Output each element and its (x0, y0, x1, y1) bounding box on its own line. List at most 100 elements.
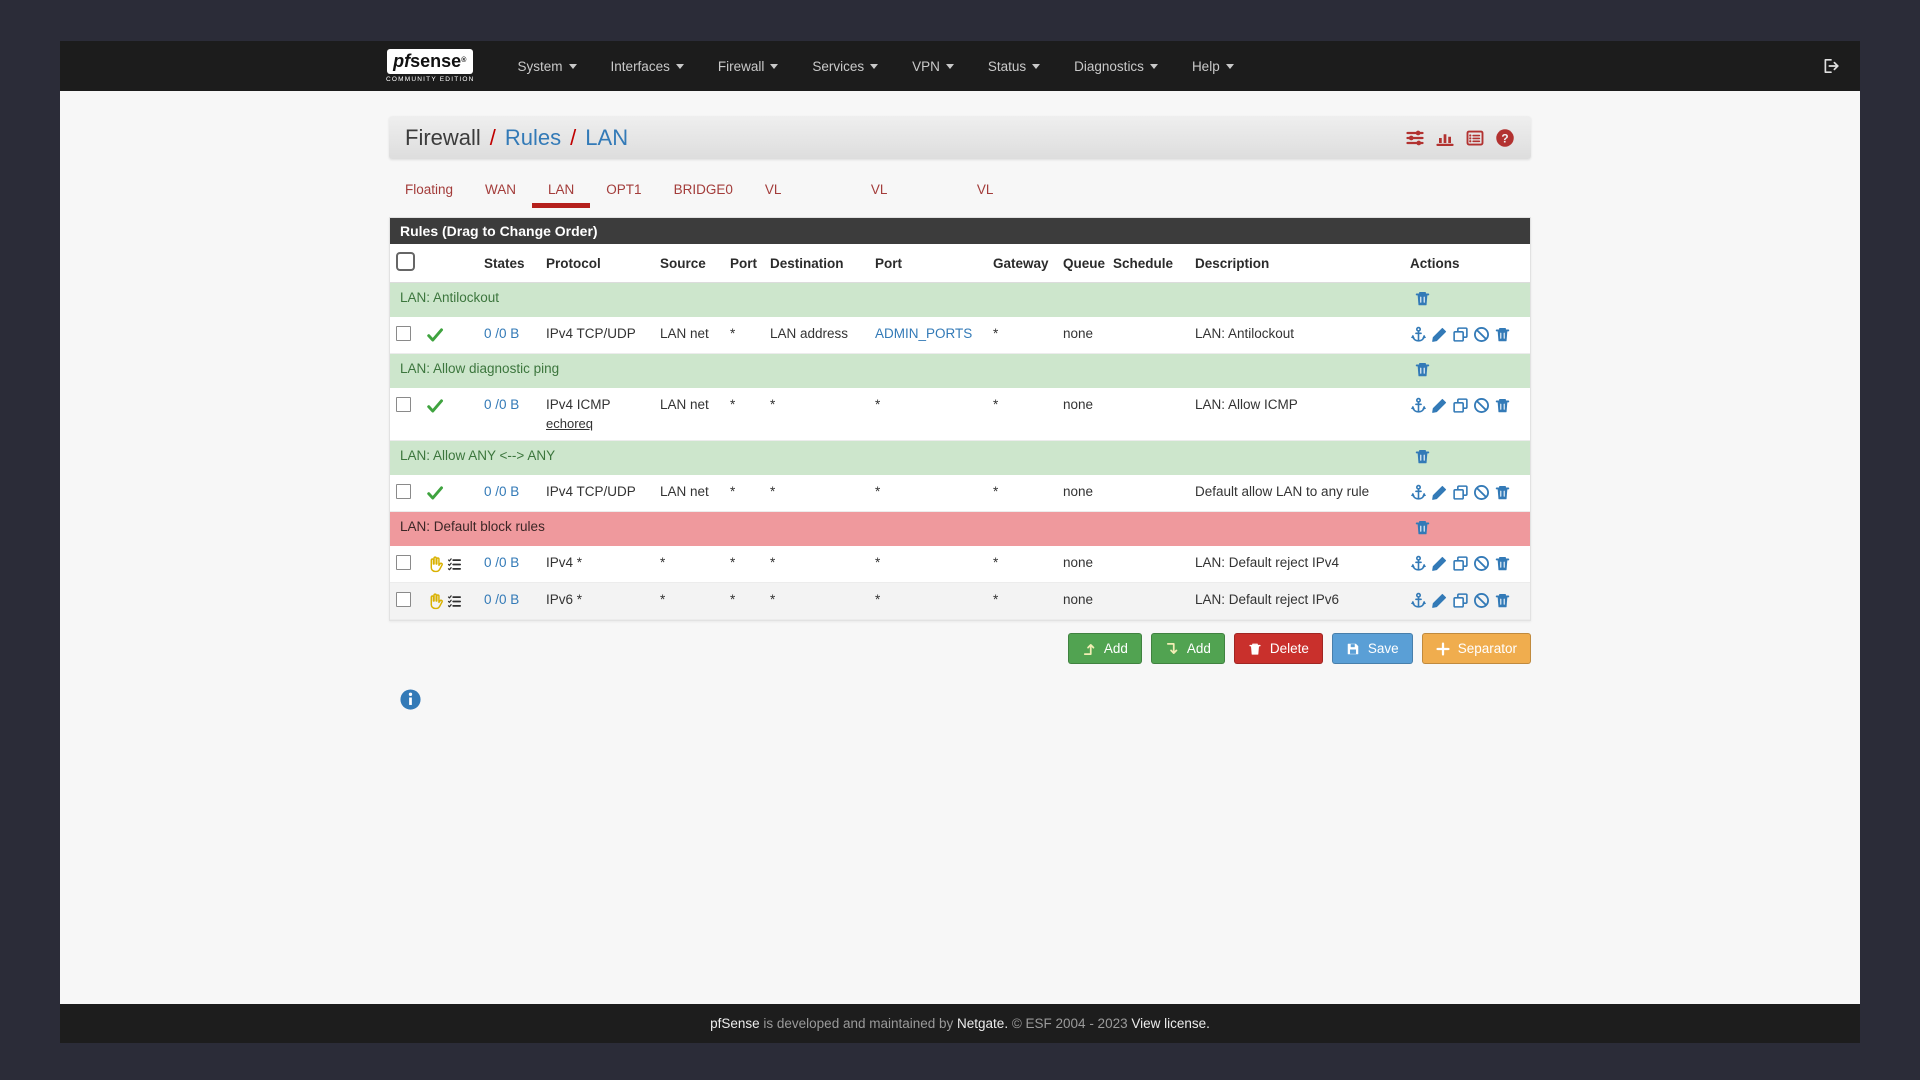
cell-source: * (654, 583, 724, 620)
trash-icon[interactable] (1414, 361, 1431, 378)
sign-out-icon[interactable] (1822, 57, 1840, 75)
footer-link[interactable]: View license. (1131, 1016, 1210, 1031)
cell-source: LAN net (654, 317, 724, 354)
column-header-0 (390, 244, 420, 283)
states-link[interactable]: 0 /0 B (484, 326, 519, 341)
nav-menu-label: Help (1192, 59, 1220, 74)
info-circle-icon[interactable] (399, 688, 422, 711)
row-actions (1410, 397, 1524, 414)
cell-source-port: * (724, 583, 764, 620)
add-button[interactable]: Add (1151, 633, 1225, 664)
anchor-icon[interactable] (1410, 484, 1427, 501)
trash-icon[interactable] (1494, 592, 1511, 609)
anchor-icon[interactable] (1410, 555, 1427, 572)
logo-registered-mark: ® (461, 57, 466, 64)
nav-menu-system[interactable]: System (501, 59, 594, 74)
nav-menu-diagnostics[interactable]: Diagnostics (1057, 59, 1175, 74)
states-link[interactable]: 0 /0 B (484, 555, 519, 570)
ban-icon[interactable] (1473, 555, 1490, 572)
protocol-value: IPv4 TCP/UDP (546, 326, 648, 341)
nav-menu-firewall[interactable]: Firewall (701, 59, 796, 74)
ban-icon[interactable] (1473, 592, 1490, 609)
ban-icon[interactable] (1473, 326, 1490, 343)
footer-text: pfSense is developed and maintained by N… (710, 1016, 1210, 1031)
pencil-icon[interactable] (1431, 397, 1448, 414)
toggle-all-checkbox-icon[interactable] (396, 252, 415, 271)
anchor-icon[interactable] (1410, 326, 1427, 343)
help-icon[interactable]: ? (1495, 128, 1515, 148)
trash-icon[interactable] (1414, 448, 1431, 465)
cell-description: LAN: Default reject IPv4 (1189, 546, 1404, 583)
log-icon[interactable] (1465, 128, 1485, 148)
main-content: Firewall / Rules / LAN ? FloatingWANLANO… (60, 91, 1860, 1004)
states-link[interactable]: 0 /0 B (484, 484, 519, 499)
footer-link[interactable]: Netgate. (957, 1016, 1008, 1031)
column-header-schedule: Schedule (1107, 244, 1189, 283)
row-checkbox[interactable] (396, 484, 411, 499)
protocol-value: IPv4 ICMP (546, 397, 648, 412)
states-link[interactable]: 0 /0 B (484, 592, 519, 607)
pencil-icon[interactable] (1431, 326, 1448, 343)
row-checkbox[interactable] (396, 326, 411, 341)
pencil-icon[interactable] (1431, 555, 1448, 572)
copy-icon[interactable] (1452, 484, 1469, 501)
tab-opt1[interactable]: OPT1 (590, 172, 657, 208)
ban-icon[interactable] (1473, 397, 1490, 414)
nav-menu-status[interactable]: Status (971, 59, 1057, 74)
caret-down-icon (946, 64, 954, 69)
nav-menu-services[interactable]: Services (795, 59, 895, 74)
nav-menu-vpn[interactable]: VPN (895, 59, 971, 74)
anchor-icon[interactable] (1410, 397, 1427, 414)
tasks-icon (447, 594, 462, 609)
copy-icon[interactable] (1452, 592, 1469, 609)
trash-icon[interactable] (1494, 326, 1511, 343)
tab-bridge0[interactable]: BRIDGE0 (658, 172, 749, 208)
cell-destination-port: * (869, 475, 987, 512)
nav-menu-help[interactable]: Help (1175, 59, 1251, 74)
tab-lan[interactable]: LAN (532, 172, 590, 208)
add-button[interactable]: Add (1068, 633, 1142, 664)
cell-destination-port: * (869, 388, 987, 441)
destination-port-alias-link[interactable]: ADMIN_PORTS (875, 326, 972, 341)
cell-protocol: IPv4 ICMP echoreq (540, 388, 654, 441)
cell-queue: none (1057, 475, 1107, 512)
save-button[interactable]: Save (1332, 633, 1413, 664)
separator-button[interactable]: Separator (1422, 633, 1531, 664)
trash-icon[interactable] (1494, 555, 1511, 572)
delete-button[interactable]: Delete (1234, 633, 1323, 664)
trash-icon[interactable] (1494, 484, 1511, 501)
pencil-icon[interactable] (1431, 484, 1448, 501)
nav-menu-interfaces[interactable]: Interfaces (594, 59, 701, 74)
row-checkbox[interactable] (396, 397, 411, 412)
footer-link[interactable]: pfSense (710, 1016, 760, 1031)
pencil-icon[interactable] (1431, 592, 1448, 609)
chart-bar-icon[interactable] (1435, 128, 1455, 148)
trash-icon[interactable] (1414, 290, 1431, 307)
trash-icon[interactable] (1414, 519, 1431, 536)
anchor-icon[interactable] (1410, 592, 1427, 609)
sliders-icon[interactable] (1405, 128, 1425, 148)
states-link[interactable]: 0 /0 B (484, 397, 519, 412)
pfsense-logo[interactable]: pfsense® COMMUNITY EDITION (386, 49, 475, 83)
trash-icon[interactable] (1494, 397, 1511, 414)
cell-description: LAN: Default reject IPv6 (1189, 583, 1404, 620)
cell-source: * (654, 546, 724, 583)
row-checkbox[interactable] (396, 592, 411, 607)
caret-down-icon (1226, 64, 1234, 69)
tab-vl[interactable]: VL (961, 172, 1067, 208)
tab-floating[interactable]: Floating (389, 172, 469, 208)
footer-static-text: is developed and maintained by (760, 1016, 957, 1031)
copy-icon[interactable] (1452, 326, 1469, 343)
protocol-subtype-link[interactable]: echoreq (546, 416, 593, 431)
copy-icon[interactable] (1452, 555, 1469, 572)
tab-vl[interactable]: VL (749, 172, 855, 208)
tab-wan[interactable]: WAN (469, 172, 532, 208)
breadcrumb-rules-link[interactable]: Rules (505, 125, 561, 151)
copy-icon[interactable] (1452, 397, 1469, 414)
row-checkbox[interactable] (396, 555, 411, 570)
breadcrumb-page-link[interactable]: LAN (585, 125, 628, 151)
ban-icon[interactable] (1473, 484, 1490, 501)
rule-row: 0 /0 BIPv4 ******noneLAN: Default reject… (390, 546, 1530, 583)
cell-destination: * (764, 388, 869, 441)
tab-vl[interactable]: VL (855, 172, 961, 208)
